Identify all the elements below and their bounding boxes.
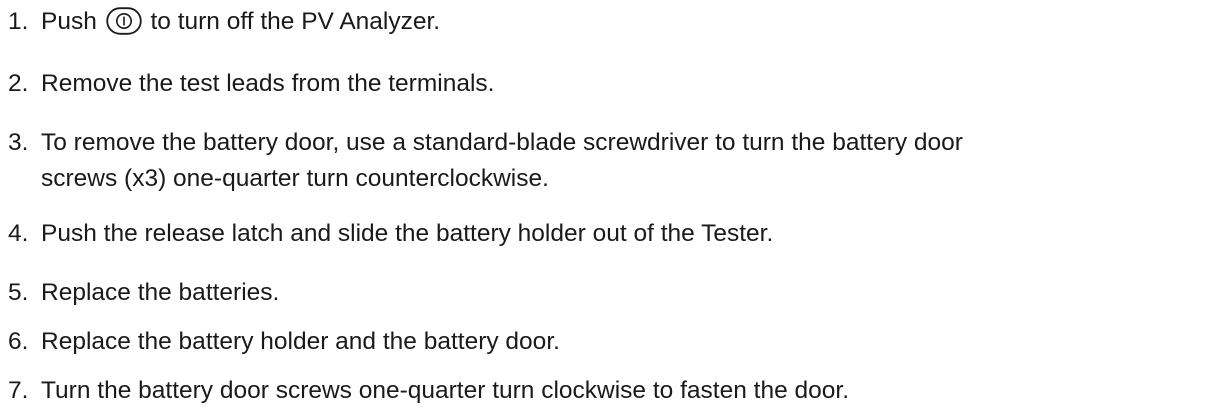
step-number: 6. (8, 328, 29, 355)
step-text-before-icon: Push (41, 8, 97, 35)
step-text-after-icon: to turn off the PV Analyzer. (150, 8, 441, 35)
step-text: Push the release latch and slide the bat… (41, 220, 774, 247)
step-text-line-1: To remove the battery door, use a standa… (41, 129, 963, 156)
step-text: Remove the test leads from the terminals… (41, 70, 495, 97)
power-button-icon (105, 6, 142, 35)
step-text: Push to turn off the PV Analyzer. (41, 4, 440, 40)
step-number: 4. (8, 220, 29, 247)
step-text: Replace the battery holder and the batte… (41, 328, 560, 355)
step-number: 3. (8, 129, 29, 156)
step-number: 7. (8, 377, 29, 404)
step-text: To remove the battery door, use a standa… (41, 125, 963, 197)
step-number: 1. (8, 8, 29, 35)
step-text: Turn the battery door screws one-quarter… (41, 377, 849, 404)
step-number: 2. (8, 70, 29, 97)
step-text: Replace the batteries. (41, 279, 280, 306)
step-text-line-2: screws (x3) one-quarter turn countercloc… (41, 165, 549, 192)
step-number: 5. (8, 279, 29, 306)
